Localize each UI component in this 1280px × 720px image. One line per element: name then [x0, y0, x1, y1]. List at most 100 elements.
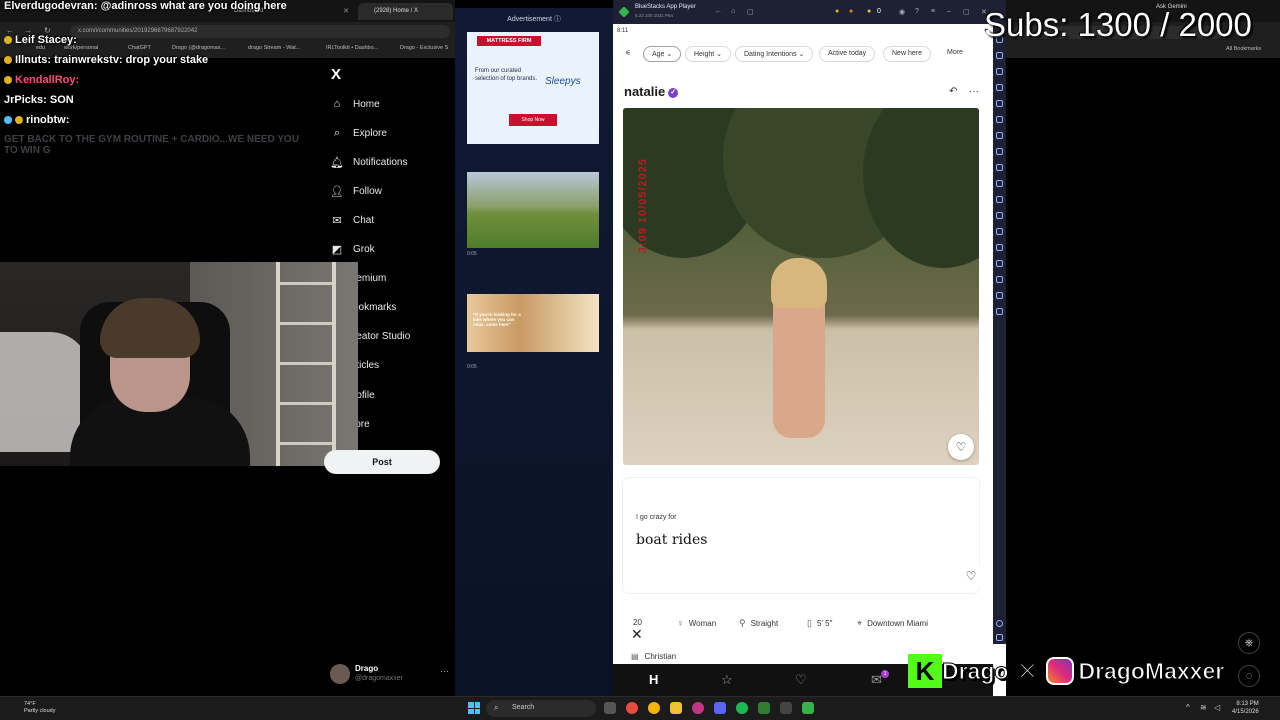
video-thumbnail[interactable]: "If you're looking for a lake where you … — [467, 294, 599, 352]
store-icon[interactable]: ● — [849, 8, 853, 15]
taskbar-search[interactable]: ⌕ Search — [486, 700, 596, 717]
rail-tool-icon[interactable] — [996, 228, 1003, 235]
app-icon[interactable] — [780, 702, 792, 714]
prompt-answer: boat rides — [636, 532, 708, 548]
video-thumbnail[interactable] — [467, 172, 599, 248]
all-bookmarks[interactable]: All Bookmarks — [1226, 46, 1261, 52]
spotify-icon[interactable] — [736, 702, 748, 714]
rail-tool-icon[interactable] — [996, 292, 1003, 299]
android-status-bar: 8:11 — [613, 24, 993, 38]
video-duration: 0:05 — [467, 251, 477, 257]
profile-photo[interactable]: 3:09 10/05/2025 ♡ — [623, 108, 979, 465]
rail-tool-icon[interactable] — [996, 276, 1003, 283]
minimize-icon[interactable]: – — [947, 8, 951, 15]
weather-temp: 74°F — [24, 701, 36, 707]
ad-brand: MATTRESS FIRM — [477, 36, 541, 46]
sidebar-item-notifications[interactable]: 🔔︎ Notifications — [330, 151, 407, 173]
heart-icon: ♡ — [965, 569, 977, 583]
rail-tool-icon[interactable] — [996, 116, 1003, 123]
rail-tool-icon[interactable] — [996, 100, 1003, 107]
nav-likes[interactable]: ♡ — [795, 672, 807, 688]
photo-subject-hair — [771, 258, 827, 308]
rail-tool-icon[interactable] — [996, 84, 1003, 91]
undo-icon[interactable]: ↶ — [949, 86, 957, 97]
sidebar-item-follow[interactable]: 👤︎ Follow — [330, 180, 382, 202]
volume-icon[interactable]: ◁ — [1214, 703, 1220, 712]
more-dots-icon[interactable]: ··· — [440, 666, 449, 676]
sidebar-item-grok[interactable]: ◩ Grok — [330, 238, 375, 260]
bookmark-item[interactable]: IRLToolkit • Dashbo... — [326, 45, 378, 51]
system-clock[interactable]: 8:13 PM 4/15/2026 — [1232, 700, 1259, 717]
app-icon[interactable] — [626, 702, 638, 714]
app-icon[interactable] — [692, 702, 704, 714]
close-icon[interactable]: ✕ — [343, 7, 349, 15]
coin-icon[interactable]: ● — [835, 8, 839, 15]
rail-tool-icon[interactable] — [996, 260, 1003, 267]
sidebar-item-label: Grok — [353, 243, 375, 255]
chat-float-icon[interactable]: ◌ — [1238, 665, 1260, 687]
back-icon[interactable]: ← — [715, 8, 722, 15]
filter-settings-icon[interactable]: ⚟ — [625, 46, 631, 62]
points-icon[interactable]: ● — [867, 8, 871, 15]
profile-title: natalie ✓ — [624, 84, 679, 99]
x-logo[interactable]: X — [331, 66, 341, 83]
filter-new-here[interactable]: New here — [883, 46, 931, 62]
bluestacks-icon[interactable] — [802, 702, 814, 714]
ad-banner[interactable]: MATTRESS FIRM From our curated selection… — [467, 32, 599, 144]
rail-tool-icon[interactable] — [996, 132, 1003, 139]
chat-message: Elverdugodevran: @adinross what are you … — [4, 0, 287, 12]
account-switcher[interactable]: Drago @dragomaxxer ··· — [330, 662, 450, 686]
bookmark-item[interactable]: ChatGPT — [128, 45, 151, 51]
task-view-icon[interactable] — [604, 702, 616, 714]
rail-back-icon[interactable] — [996, 634, 1003, 641]
account-icon[interactable]: ◉ — [899, 8, 905, 16]
tab-home-x[interactable]: (2928) Home / X — [358, 3, 453, 20]
rail-settings-icon[interactable] — [996, 620, 1003, 627]
home-icon[interactable]: ⌂ — [731, 8, 735, 15]
more-dots-icon[interactable]: ··· — [969, 86, 979, 97]
filter-dating-intentions[interactable]: Dating Intentions ⌄ — [735, 46, 814, 62]
nav-standouts[interactable]: ☆ — [721, 672, 733, 688]
like-heart-button[interactable]: ♡ — [948, 434, 974, 460]
shortcut-float-icon[interactable]: ⎈ — [1238, 632, 1260, 654]
recents-icon[interactable]: ▢ — [747, 8, 754, 16]
discord-icon[interactable] — [714, 702, 726, 714]
rail-tool-icon[interactable] — [996, 196, 1003, 203]
filter-age[interactable]: Age ⌄ — [643, 46, 682, 62]
help-icon[interactable]: ? — [915, 8, 919, 15]
close-icon[interactable]: ✕ — [631, 626, 643, 643]
like-prompt-button[interactable]: ♡ — [958, 563, 984, 589]
ad-cta-button[interactable]: Shop Now — [509, 114, 557, 126]
sidebar-item-home[interactable]: ⌂ Home — [330, 93, 380, 115]
rail-tool-icon[interactable] — [996, 68, 1003, 75]
bookmark-item[interactable]: Drago - Exclusive S — [400, 45, 448, 51]
network-icon[interactable]: ≋ — [1200, 703, 1207, 712]
file-explorer-icon[interactable] — [670, 702, 682, 714]
rail-tool-icon[interactable] — [996, 180, 1003, 187]
follow-icon: 👤︎ — [330, 185, 344, 198]
rail-tool-icon[interactable] — [996, 244, 1003, 251]
sidebar-item-explore[interactable]: ⌕ Explore — [330, 122, 387, 144]
filter-active-today[interactable]: Active today — [819, 46, 876, 62]
nav-discover[interactable]: H — [649, 672, 658, 687]
grok-icon: ◩ — [331, 243, 343, 256]
address-bar[interactable]: x.com/i/communities/2019296879687922042 — [70, 25, 450, 38]
maximize-icon[interactable]: ▢ — [963, 8, 970, 16]
post-button[interactable]: Post — [324, 450, 440, 474]
sidebar-item-chat[interactable]: ✉ Chat — [330, 209, 374, 231]
chrome-icon[interactable] — [648, 702, 660, 714]
filter-more[interactable]: More — [939, 46, 971, 62]
start-menu-icon[interactable] — [468, 702, 480, 714]
rail-tool-icon[interactable] — [996, 52, 1003, 59]
rail-tool-icon[interactable] — [996, 308, 1003, 315]
rail-tool-icon[interactable] — [996, 164, 1003, 171]
tray-chevron-icon[interactable]: ^ — [1186, 703, 1190, 712]
rail-tool-icon[interactable] — [996, 148, 1003, 155]
rail-tool-icon[interactable] — [996, 212, 1003, 219]
bookmark-item[interactable]: Drago (@dragomax... — [172, 45, 225, 51]
weather-widget[interactable]: 74°F Partly cloudy — [24, 701, 56, 714]
menu-icon[interactable]: ≡ — [931, 8, 935, 15]
filter-height[interactable]: Height ⌄ — [685, 46, 732, 62]
app-icon[interactable] — [758, 702, 770, 714]
bookmark-item[interactable]: drago Stream - Wat... — [248, 45, 300, 51]
